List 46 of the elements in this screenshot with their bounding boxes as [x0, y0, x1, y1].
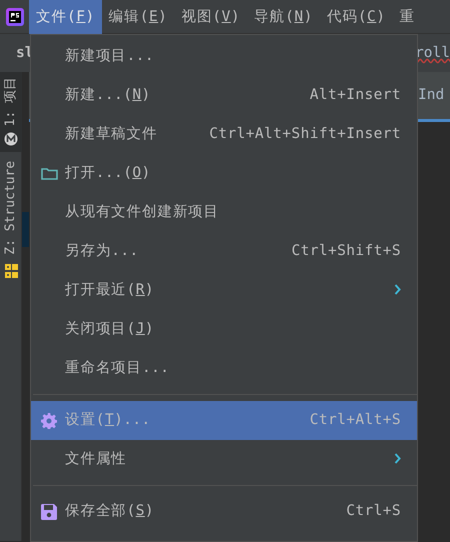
menu-item[interactable]: 保存全部(S) Ctrl+S — [31, 492, 417, 531]
menu-item-label: 关闭项目(J) — [65, 320, 154, 339]
menu-item-label: 新建...(N) — [65, 86, 151, 105]
menu-item[interactable]: 新建项目... — [31, 37, 417, 76]
menu-item[interactable]: 编辑(E) — [102, 0, 174, 34]
menu-item-label: 另存为... — [65, 242, 139, 261]
editor-tab[interactable]: roll — [415, 34, 450, 72]
shortcut-label: Alt+Insert — [310, 86, 401, 105]
app-logo-icon[interactable] — [6, 8, 24, 26]
save-icon — [41, 504, 57, 520]
menu-item-label: 文件属性 — [65, 450, 127, 469]
menu-item-label: 打开最近(R) — [65, 280, 154, 300]
menu-item[interactable]: 关闭项目(J) — [31, 310, 417, 349]
menu-item-label: 保存全部(S) — [65, 502, 154, 521]
menu-item[interactable]: 从现有文件创建新项目 — [31, 193, 417, 232]
shortcut-label: Ctrl+Alt+Shift+Insert — [209, 124, 401, 144]
menu-item[interactable]: 导航(N) — [247, 0, 320, 34]
shortcut-label: Ctrl+Shift+S — [291, 242, 401, 261]
scroll-marker — [22, 212, 29, 247]
menu-item[interactable]: 打开最近(R) — [31, 271, 417, 310]
menu-item-label: 打开...(O) — [65, 164, 151, 183]
menu-item-label: 设置(T)... — [65, 410, 151, 430]
menu-item[interactable]: 新建草稿文件 Ctrl+Alt+Shift+Insert — [31, 115, 417, 154]
menu-item[interactable]: 重命名项目... — [31, 349, 417, 388]
structure-icon — [4, 264, 18, 278]
menu-item-label: 从现有文件创建新项目 — [65, 202, 219, 222]
tool-window-label: Z: Structure — [2, 160, 20, 254]
shortcut-label: Ctrl+S — [346, 502, 401, 521]
menu-item[interactable]: 重 — [392, 0, 422, 34]
tool-window-tab[interactable]: Z: Structure — [0, 152, 22, 284]
tool-window-label: 1: 项目 — [2, 77, 20, 126]
menu-item-label: 新建项目... — [65, 46, 154, 66]
menu-item[interactable]: 打开...(O) — [31, 154, 417, 193]
menu-item[interactable]: 视图(V) — [174, 0, 248, 34]
folder-icon — [40, 167, 58, 180]
tool-window-tab[interactable]: 1: 项目 — [0, 72, 22, 152]
project-icon — [4, 132, 18, 146]
settings-icon — [41, 412, 57, 428]
menu-item[interactable]: 代码(C) — [320, 0, 393, 34]
menu-item[interactable]: 新建...(N) Alt+Insert — [31, 76, 417, 115]
menu-item[interactable]: 文件属性 — [31, 440, 417, 479]
menu-item[interactable]: 另存为... Ctrl+Shift+S — [31, 232, 417, 271]
menu-item-label: 新建草稿文件 — [65, 124, 158, 144]
menu-item-label: 重命名项目... — [65, 358, 170, 378]
menu-item[interactable]: 文件(F) — [29, 0, 102, 34]
shortcut-label: Ctrl+Alt+S — [310, 410, 401, 430]
